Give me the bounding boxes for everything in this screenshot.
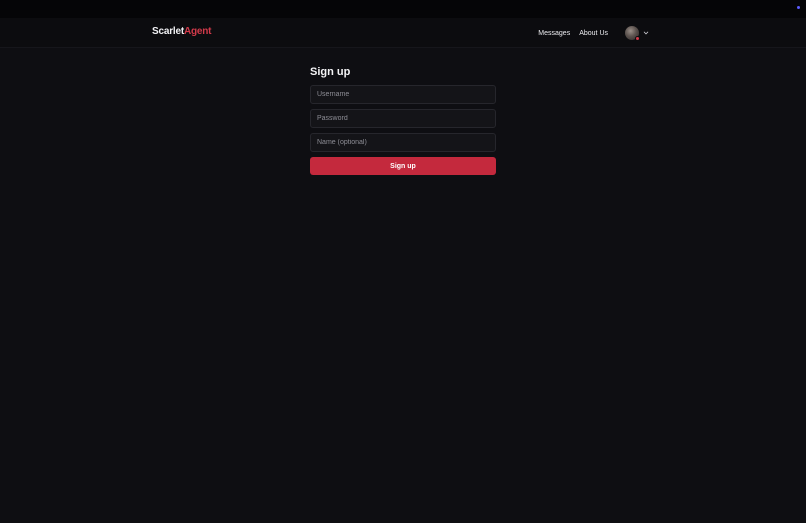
name-input[interactable] xyxy=(310,133,496,152)
brand-logo-part2: Agent xyxy=(183,26,212,37)
password-input[interactable] xyxy=(310,109,496,128)
username-input[interactable] xyxy=(310,85,496,104)
nav-link-about[interactable]: About Us xyxy=(579,30,608,37)
avatar xyxy=(625,26,640,41)
top-navbar: ScarletAgent Messages About Us xyxy=(0,18,806,48)
indicator-dot-icon xyxy=(797,6,800,9)
nav-links: Messages About Us xyxy=(538,24,649,42)
signup-form: Sign up Sign up xyxy=(310,66,496,175)
chevron-down-icon xyxy=(643,31,649,35)
avatar-status-badge xyxy=(635,36,640,41)
user-menu-toggle[interactable] xyxy=(625,26,649,41)
brand-logo[interactable]: ScarletAgent xyxy=(152,26,212,37)
sign-up-button[interactable]: Sign up xyxy=(310,157,496,175)
nav-link-messages[interactable]: Messages xyxy=(538,30,570,37)
brand-logo-part1: Scarlet xyxy=(152,26,184,37)
page-title: Sign up xyxy=(310,66,351,78)
browser-top-strip xyxy=(0,0,806,18)
